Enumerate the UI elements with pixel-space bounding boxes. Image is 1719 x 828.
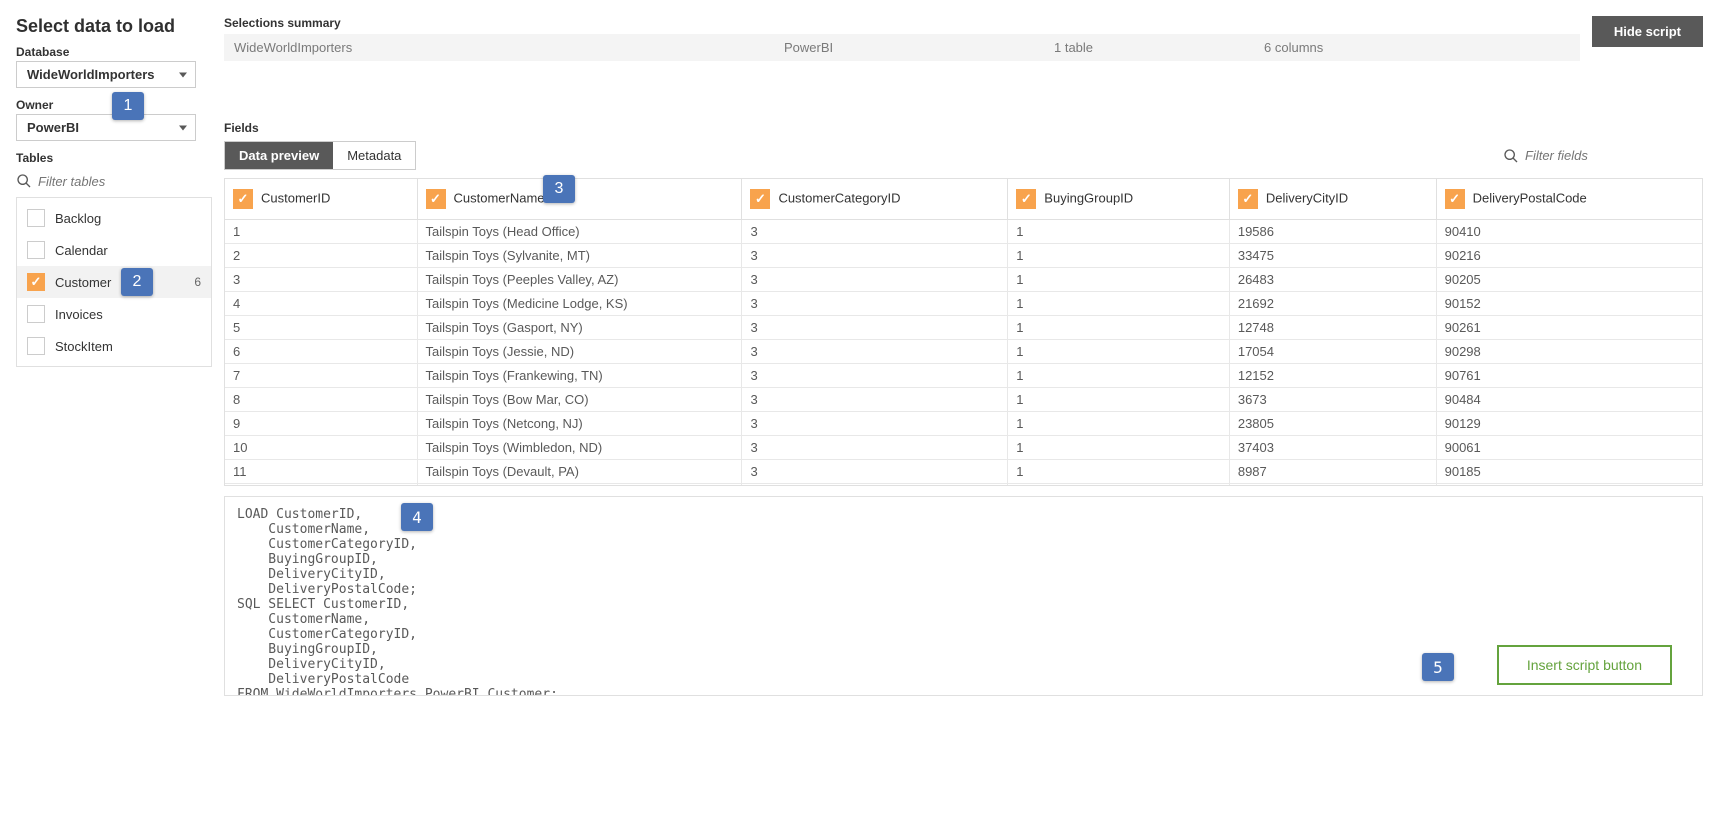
table-row: 9Tailspin Toys (Netcong, NJ)312380590129 bbox=[225, 412, 1702, 436]
data-preview-table: CustomerIDCustomerNameCustomerCategoryID… bbox=[225, 179, 1702, 485]
table-row: 7Tailspin Toys (Frankewing, TN)311215290… bbox=[225, 364, 1702, 388]
table-item-customer[interactable]: Customer 6 bbox=[17, 266, 211, 298]
insert-script-button[interactable]: Insert script button bbox=[1497, 645, 1672, 685]
database-label: Database bbox=[16, 45, 212, 59]
table-row: 8Tailspin Toys (Bow Mar, CO)31367390484 bbox=[225, 388, 1702, 412]
database-dropdown[interactable]: WideWorldImporters bbox=[16, 61, 196, 88]
checkbox-icon[interactable] bbox=[1445, 189, 1465, 209]
table-item-label: StockItem bbox=[55, 339, 113, 354]
table-item-label: Backlog bbox=[55, 211, 101, 226]
table-row: 4Tailspin Toys (Medicine Lodge, KS)31216… bbox=[225, 292, 1702, 316]
table-item-label: Invoices bbox=[55, 307, 103, 322]
step-badge-5: 5 bbox=[1422, 653, 1454, 681]
script-preview: 4LOAD CustomerID, CustomerName, Customer… bbox=[224, 496, 1703, 696]
table-row: 1Tailspin Toys (Head Office)311958690410 bbox=[225, 220, 1702, 244]
step-badge-2: 2 bbox=[121, 268, 153, 296]
checkbox-icon[interactable] bbox=[750, 189, 770, 209]
column-header[interactable]: DeliveryPostalCode bbox=[1436, 179, 1702, 220]
table-row: 12Tailspin Toys (Biscay, MN)31308190054 bbox=[225, 484, 1702, 486]
checkbox-icon[interactable] bbox=[27, 337, 45, 355]
column-header[interactable]: CustomerID bbox=[225, 179, 417, 220]
table-item-label: Calendar bbox=[55, 243, 108, 258]
checkbox-icon[interactable] bbox=[27, 305, 45, 323]
table-row: 10Tailspin Toys (Wimbledon, ND)313740390… bbox=[225, 436, 1702, 460]
hide-script-button[interactable]: Hide script bbox=[1592, 16, 1703, 47]
checkbox-icon[interactable] bbox=[27, 273, 45, 291]
table-row: 3Tailspin Toys (Peeples Valley, AZ)31264… bbox=[225, 268, 1702, 292]
column-header[interactable]: CustomerName bbox=[417, 179, 742, 220]
table-row: 11Tailspin Toys (Devault, PA)31898790185 bbox=[225, 460, 1702, 484]
table-row: 6Tailspin Toys (Jessie, ND)311705490298 bbox=[225, 340, 1702, 364]
selections-summary-label: Selections summary bbox=[224, 16, 1580, 30]
table-row: 2Tailspin Toys (Sylvanite, MT)3133475902… bbox=[225, 244, 1702, 268]
table-item-calendar[interactable]: Calendar bbox=[17, 234, 211, 266]
owner-dropdown[interactable]: PowerBI bbox=[16, 114, 196, 141]
tables-list: 2 Backlog Calendar Customer 6 Invoices StockI… bbox=[16, 197, 212, 367]
column-header[interactable]: BuyingGroupID bbox=[1008, 179, 1230, 220]
table-item-label: Customer bbox=[55, 275, 111, 290]
checkbox-icon[interactable] bbox=[233, 189, 253, 209]
column-header[interactable]: CustomerCategoryID bbox=[742, 179, 1008, 220]
table-row: 5Tailspin Toys (Gasport, NY)311274890261 bbox=[225, 316, 1702, 340]
filter-fields-input[interactable] bbox=[1525, 148, 1703, 163]
search-icon bbox=[16, 173, 32, 189]
checkbox-icon[interactable] bbox=[1016, 189, 1036, 209]
checkbox-icon[interactable] bbox=[1238, 189, 1258, 209]
filter-tables-input[interactable] bbox=[38, 174, 178, 189]
column-header[interactable]: DeliveryCityID bbox=[1229, 179, 1436, 220]
page-title: Select data to load bbox=[16, 16, 212, 37]
tab-data-preview[interactable]: Data preview bbox=[225, 142, 333, 169]
table-item-count: 6 bbox=[194, 275, 201, 289]
checkbox-icon[interactable] bbox=[426, 189, 446, 209]
table-item-backlog[interactable]: Backlog bbox=[17, 202, 211, 234]
checkbox-icon[interactable] bbox=[27, 209, 45, 227]
checkbox-icon[interactable] bbox=[27, 241, 45, 259]
table-item-invoices[interactable]: Invoices bbox=[17, 298, 211, 330]
table-item-stockitem[interactable]: StockItem bbox=[17, 330, 211, 362]
selections-summary-bar: WideWorldImporters PowerBI 1 table 6 col… bbox=[224, 34, 1580, 61]
step-badge-4: 4 bbox=[401, 503, 433, 531]
step-badge-3: 3 bbox=[543, 175, 575, 203]
fields-label: Fields bbox=[224, 121, 1703, 135]
search-icon bbox=[1503, 148, 1519, 164]
tab-metadata[interactable]: Metadata bbox=[333, 142, 415, 169]
step-badge-1: 1 bbox=[112, 92, 144, 120]
tables-label: Tables bbox=[16, 151, 212, 165]
fields-tabs: Data preview Metadata bbox=[224, 141, 416, 170]
